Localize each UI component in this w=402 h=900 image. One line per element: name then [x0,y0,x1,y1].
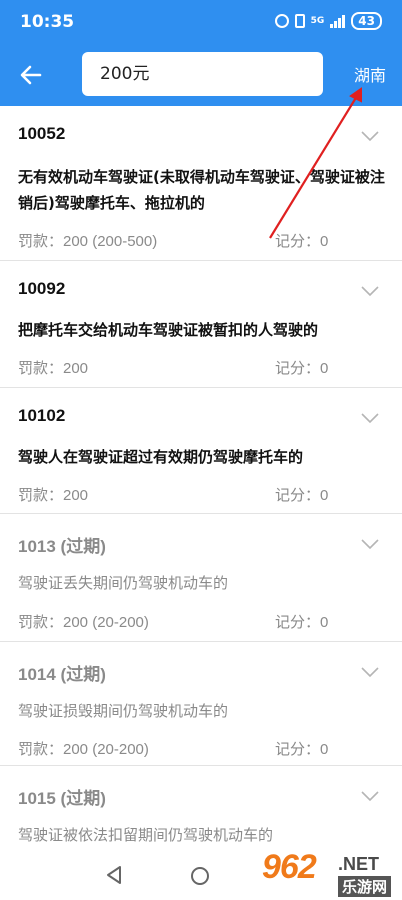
status-time: 10:35 [20,12,75,32]
list-item[interactable]: 1014 (过期) 驾驶证损毁期间仍驾驶机动车的 罚款：200 (20-200)… [0,642,402,766]
signal-icon [330,14,346,28]
search-input[interactable]: 200元 [82,52,323,96]
watermark-number: 962 [262,848,317,886]
violation-list: 10052 无有效机动车驾驶证(未取得机动车驾驶证、驾驶证被注销后)驾驶摩托车、… [0,106,402,850]
status-icons: 5G 43 [274,12,382,30]
search-toolbar: 200元 湖南 [0,44,402,106]
item-fine: 罚款：200 (20-200) [18,614,149,631]
item-points: 记分：0 [275,233,329,250]
alarm-icon [274,14,289,28]
site-watermark: 962 .NET 乐游网 [262,848,400,898]
item-code: 10092 [18,279,66,298]
battery-level: 43 [351,12,382,30]
item-fine: 罚款：200 [18,360,89,377]
list-item[interactable]: 10092 把摩托车交给机动车驾驶证被暂扣的人驾驶的 罚款：200 记分：0 [0,261,402,388]
item-code: 1013 (过期) [18,537,106,556]
item-points: 记分：0 [275,487,329,504]
watermark-site: 乐游网 [338,876,392,897]
list-item[interactable]: 10052 无有效机动车驾驶证(未取得机动车驾驶证、驾驶证被注销后)驾驶摩托车、… [0,106,402,261]
chevron-down-icon[interactable] [360,538,380,550]
nav-home-icon[interactable] [191,867,209,885]
chevron-down-icon[interactable] [360,666,380,678]
item-code: 10102 [18,406,66,425]
item-code: 10052 [18,124,66,143]
list-item[interactable]: 1015 (过期) 驾驶证被依法扣留期间仍驾驶机动车的 [0,766,402,850]
back-button[interactable] [14,58,48,92]
item-description: 驾驶证被依法扣留期间仍驾驶机动车的 [18,826,274,844]
list-item[interactable]: 10102 驾驶人在驾驶证超过有效期仍驾驶摩托车的 罚款：200 记分：0 [0,388,402,514]
watermark-suffix: .NET [338,854,380,874]
chevron-down-icon[interactable] [360,790,380,802]
chevron-down-icon[interactable] [360,130,380,142]
item-points: 记分：0 [275,614,329,631]
item-description: 把摩托车交给机动车驾驶证被暂扣的人驾驶的 [18,321,319,339]
item-fine: 罚款：200 (200-500) [18,233,158,250]
network-type: 5G [310,15,325,26]
region-selector[interactable]: 湖南 [354,62,386,86]
item-code: 1015 (过期) [18,789,106,808]
vibrate-icon [294,14,305,28]
item-code: 1014 (过期) [18,665,106,684]
list-item[interactable]: 1013 (过期) 驾驶证丢失期间仍驾驶机动车的 罚款：200 (20-200)… [0,514,402,642]
chevron-down-icon[interactable] [360,412,380,424]
item-points: 记分：0 [275,360,329,377]
item-description: 驾驶人在驾驶证超过有效期仍驾驶摩托车的 [18,448,304,466]
item-description: 驾驶证丢失期间仍驾驶机动车的 [18,574,229,592]
arrow-left-icon [20,65,42,85]
item-description: 无有效机动车驾驶证(未取得机动车驾驶证、驾驶证被注销后)驾驶摩托车、拖拉机的 [18,168,385,212]
item-fine: 罚款：200 (20-200) [18,741,149,758]
chevron-down-icon[interactable] [360,285,380,297]
nav-back-icon[interactable] [105,865,123,885]
status-bar: 10:35 5G 43 [0,0,402,44]
item-points: 记分：0 [275,741,329,758]
item-fine: 罚款：200 [18,487,89,504]
item-description: 驾驶证损毁期间仍驾驶机动车的 [18,702,229,720]
